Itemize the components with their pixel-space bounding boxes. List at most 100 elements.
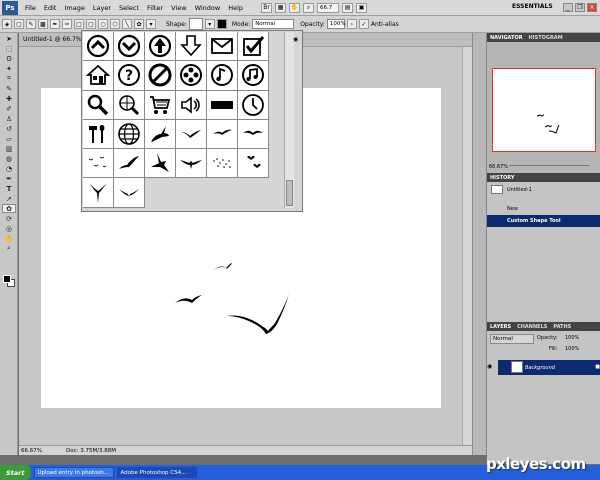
history-item-new[interactable]: New [487, 203, 600, 215]
blend-mode-select[interactable]: Normal [490, 334, 534, 344]
rounded-rectangle-icon[interactable]: ▢ [86, 19, 96, 29]
eye-icon[interactable]: ◉ [487, 363, 494, 370]
shape-circle-chevron-down[interactable] [114, 32, 145, 62]
eraser-tool-icon[interactable]: ▱ [2, 134, 16, 143]
opacity-field[interactable]: 100% [326, 19, 346, 29]
chevron-down-icon[interactable]: ▾ [204, 19, 215, 29]
chevron-down-icon[interactable]: ▾ [146, 19, 156, 29]
navigator-zoom-slider[interactable] [509, 162, 589, 166]
zoom-tool-icon[interactable]: ⌕ [2, 244, 16, 253]
quick-select-tool-icon[interactable]: ✦ [2, 64, 16, 73]
arrange-documents-icon[interactable]: ▤ [342, 2, 354, 13]
task-upload-entry[interactable]: Upload entry in photosh... [33, 467, 114, 478]
shape-globe-search[interactable] [114, 90, 145, 120]
navigator-preview[interactable] [492, 68, 596, 152]
shape-bird-flying-2[interactable] [207, 119, 238, 150]
clone-stamp-icon[interactable]: ♙ [2, 114, 16, 123]
shape-birds-flock-2[interactable] [238, 149, 269, 179]
layer-fill-value[interactable]: 100% [565, 346, 579, 352]
chevron-right-icon[interactable]: › [346, 19, 357, 29]
shape-clock[interactable] [238, 90, 269, 120]
blur-tool-icon[interactable]: ◍ [2, 154, 16, 163]
history-snapshot[interactable]: Untitled-1 [487, 184, 600, 196]
shape-bird-flying-5[interactable] [114, 178, 145, 208]
move-tool-icon[interactable]: ➤ [2, 34, 16, 43]
custom-shape-tool-icon[interactable]: ✿ [2, 204, 16, 213]
history-brush-icon[interactable]: ↺ [2, 124, 16, 133]
menu-window[interactable]: Window [191, 4, 225, 12]
menu-select[interactable]: Select [115, 4, 143, 12]
shape-layers-icon[interactable]: ▢ [14, 19, 24, 29]
shape-checkbox[interactable] [238, 32, 269, 62]
3d-rotate-icon[interactable]: ⟳ [2, 214, 16, 223]
shape-tools[interactable] [83, 119, 114, 150]
tab-navigator[interactable]: NAVIGATOR [490, 35, 523, 41]
shape-dots-flock[interactable] [207, 149, 238, 179]
hand-tool-icon[interactable]: ✋ [289, 2, 301, 13]
dodge-tool-icon[interactable]: ◔ [2, 164, 16, 173]
line-icon[interactable]: ╲ [122, 19, 132, 29]
shape-preset-picker[interactable] [188, 18, 203, 30]
tab-histogram[interactable]: HISTOGRAM [529, 35, 563, 41]
menu-image[interactable]: Image [60, 4, 88, 12]
paths-icon[interactable]: ✎ [26, 19, 36, 29]
shape-film-reel[interactable] [176, 61, 207, 91]
shape-arrow-down-outline[interactable] [176, 32, 207, 62]
menu-layer[interactable]: Layer [89, 4, 115, 12]
rectangle-icon[interactable]: □ [74, 19, 84, 29]
shape-bird-flying-1[interactable] [176, 119, 207, 150]
shape-bird-silhouette[interactable] [145, 149, 176, 179]
shape-birds-flock-1[interactable] [83, 149, 114, 179]
shape-music-notes[interactable] [238, 61, 269, 91]
hand-tool-icon[interactable]: ✋ [2, 234, 16, 243]
menu-view[interactable]: View [167, 4, 190, 12]
color-swatch[interactable] [216, 19, 227, 29]
view-extras-icon[interactable]: ▦ [275, 2, 287, 13]
zoom-level-field[interactable]: 66.7 [317, 2, 340, 13]
shape-question[interactable]: ? [114, 61, 145, 91]
shape-bird-wings-up[interactable] [83, 178, 114, 208]
3d-orbit-icon[interactable]: ◎ [2, 224, 16, 233]
task-photoshop[interactable]: Adobe Photoshop CS4... [116, 467, 197, 478]
pen-tool-icon[interactable]: ✒ [50, 19, 60, 29]
gradient-tool-icon[interactable]: ▥ [2, 144, 16, 153]
healing-brush-icon[interactable]: ✚ [2, 94, 16, 103]
tab-paths[interactable]: PATHS [553, 324, 571, 330]
history-item-custom-shape[interactable]: Custom Shape Tool [487, 215, 600, 227]
shape-bird-eagle[interactable] [176, 149, 207, 179]
custom-shape-icon[interactable]: ✿ [134, 19, 144, 29]
brush-tool-icon[interactable]: ✐ [2, 104, 16, 113]
status-zoom[interactable]: 66.67% [21, 448, 42, 454]
close-button[interactable]: × [587, 3, 597, 12]
minimize-button[interactable]: _ [563, 3, 573, 12]
marquee-tool-icon[interactable]: ⬚ [2, 44, 16, 53]
lasso-tool-icon[interactable]: ʘ [2, 54, 16, 63]
picker-menu-icon[interactable]: ◉ [293, 36, 301, 44]
tab-channels[interactable]: CHANNELS [517, 324, 547, 330]
shape-music-note[interactable] [207, 61, 238, 91]
shape-bird-flying-3[interactable] [238, 119, 269, 150]
layer-row-background[interactable]: ◉ Background ■ [487, 360, 600, 375]
navigator-zoom-value[interactable]: 66.67% [489, 164, 508, 170]
polygon-icon[interactable]: ⬡ [110, 19, 120, 29]
shape-speaker[interactable] [176, 90, 207, 120]
shape-shopping-cart[interactable] [145, 90, 176, 120]
shape-globe[interactable] [114, 119, 145, 150]
shape-no-symbol[interactable] [145, 61, 176, 91]
fill-pixels-icon[interactable]: ▩ [38, 19, 48, 29]
shape-circle-chevron-up[interactable] [83, 32, 114, 62]
menu-filter[interactable]: Filter [143, 4, 167, 12]
freeform-pen-icon[interactable]: ✑ [62, 19, 72, 29]
mode-select[interactable]: Normal [252, 19, 295, 29]
pen-tool-icon[interactable]: ✒ [2, 174, 16, 183]
tab-layers[interactable]: LAYERS [490, 324, 511, 330]
workspace-switcher[interactable]: ESSENTIALS [512, 3, 553, 10]
layer-opacity-value[interactable]: 100% [565, 335, 579, 341]
menu-help[interactable]: Help [224, 4, 247, 12]
zoom-tool-icon[interactable]: ⌕ [303, 2, 315, 13]
path-select-icon[interactable]: ➚ [2, 194, 16, 203]
tab-history[interactable]: HISTORY [490, 175, 515, 181]
bridge-icon[interactable]: Br [261, 2, 273, 13]
vertical-scrollbar[interactable] [462, 47, 472, 445]
type-tool-icon[interactable]: T [2, 184, 16, 193]
